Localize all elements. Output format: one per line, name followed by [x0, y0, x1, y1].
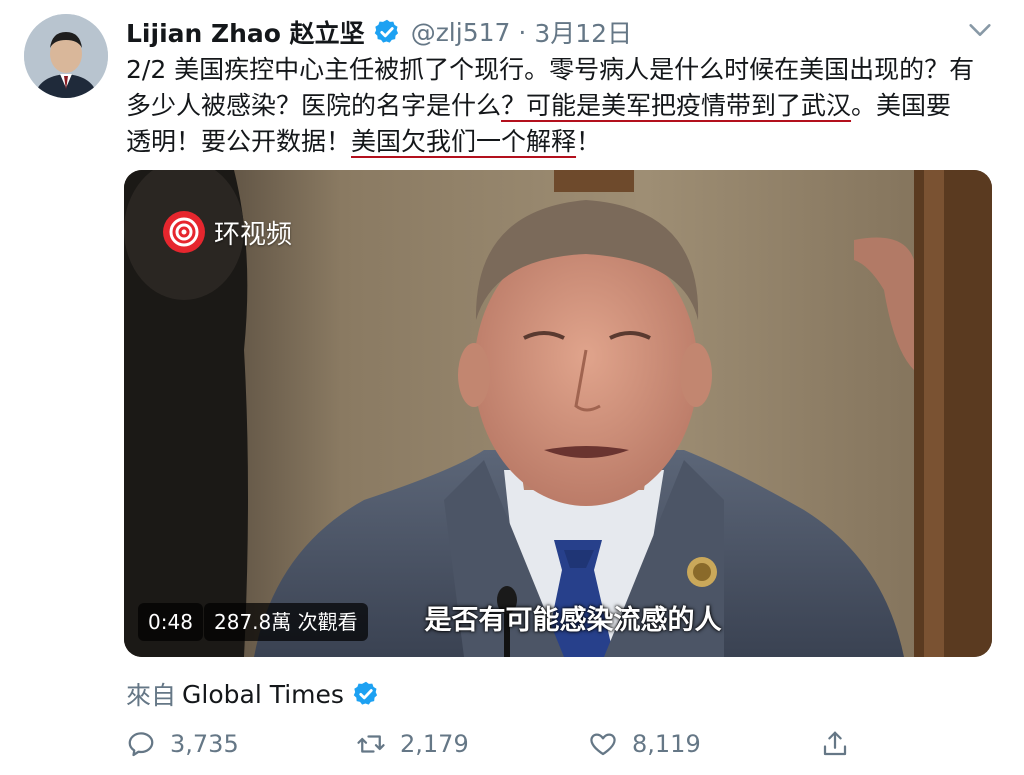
video-duration: 0:48	[138, 603, 203, 641]
avatar[interactable]	[24, 14, 108, 98]
huan-video-logo-icon	[163, 211, 205, 253]
chevron-down-icon[interactable]	[966, 16, 994, 44]
verified-badge-icon	[353, 681, 378, 705]
reply-icon	[128, 732, 154, 757]
author-handle[interactable]: @zlj517	[411, 18, 511, 47]
channel-logo-text: 环视频	[214, 219, 293, 250]
like-button[interactable]: 8,119	[588, 729, 701, 759]
source-account-link[interactable]: Global Times	[182, 680, 344, 709]
tweet-text-line-1: 2/2 美国疾控中心主任被抓了个现行。零号病人是什么时候在美国出现的？有	[126, 55, 975, 84]
tweet-text: 2/2 美国疾控中心主任被抓了个现行。零号病人是什么时候在美国出现的？有 多少人…	[126, 52, 996, 160]
source-prefix: 來自	[126, 681, 177, 710]
tweet-text-segment: 多少人被感染？医院的名字是什么	[126, 91, 502, 120]
video-player[interactable]: 环视频 是否有可能感染流感的人 0:48 287.8萬 次觀看	[124, 170, 992, 657]
channel-logo: 环视频	[162, 210, 292, 254]
reply-button[interactable]: 3,735	[126, 729, 239, 759]
video-view-count: 287.8萬 次觀看	[204, 603, 368, 641]
verified-badge-icon	[374, 19, 398, 43]
retweet-count: 2,179	[400, 730, 469, 758]
tweet-source: 來自 Global Times	[126, 674, 380, 714]
reply-count: 3,735	[170, 730, 239, 758]
tweet-text-line-3: 透明！要公开数据！美国欠我们一个解释！	[126, 124, 996, 160]
tweet-text-segment: 透明！要公开数据！	[126, 127, 352, 156]
tweet-date[interactable]: 3月12日	[534, 14, 632, 50]
tweet-text-line-2: 多少人被感染？医院的名字是什么？可能是美军把疫情带到了武汉。美国要	[126, 88, 996, 124]
tweet-text-segment: ！	[576, 127, 602, 156]
heart-icon	[590, 733, 616, 756]
tweet-header: Lijian Zhao 赵立坚 @zlj517 · 3月12日	[126, 12, 1004, 52]
tweet-actions: 3,735 2,179 8,119	[126, 722, 986, 766]
retweet-icon	[357, 735, 385, 753]
share-button[interactable]	[820, 729, 850, 759]
retweet-button[interactable]: 2,179	[356, 729, 469, 759]
tweet-text-underlined: ？可能是美军把疫情带到了武汉	[501, 91, 852, 120]
tweet-text-underlined: 美国欠我们一个解释	[351, 127, 577, 156]
header-separator: ·	[518, 17, 527, 47]
avatar-image	[24, 14, 108, 98]
like-count: 8,119	[632, 730, 701, 758]
author-name[interactable]: Lijian Zhao 赵立坚	[126, 14, 365, 50]
share-icon	[823, 731, 847, 756]
tweet-text-segment: 。美国要	[851, 91, 952, 120]
